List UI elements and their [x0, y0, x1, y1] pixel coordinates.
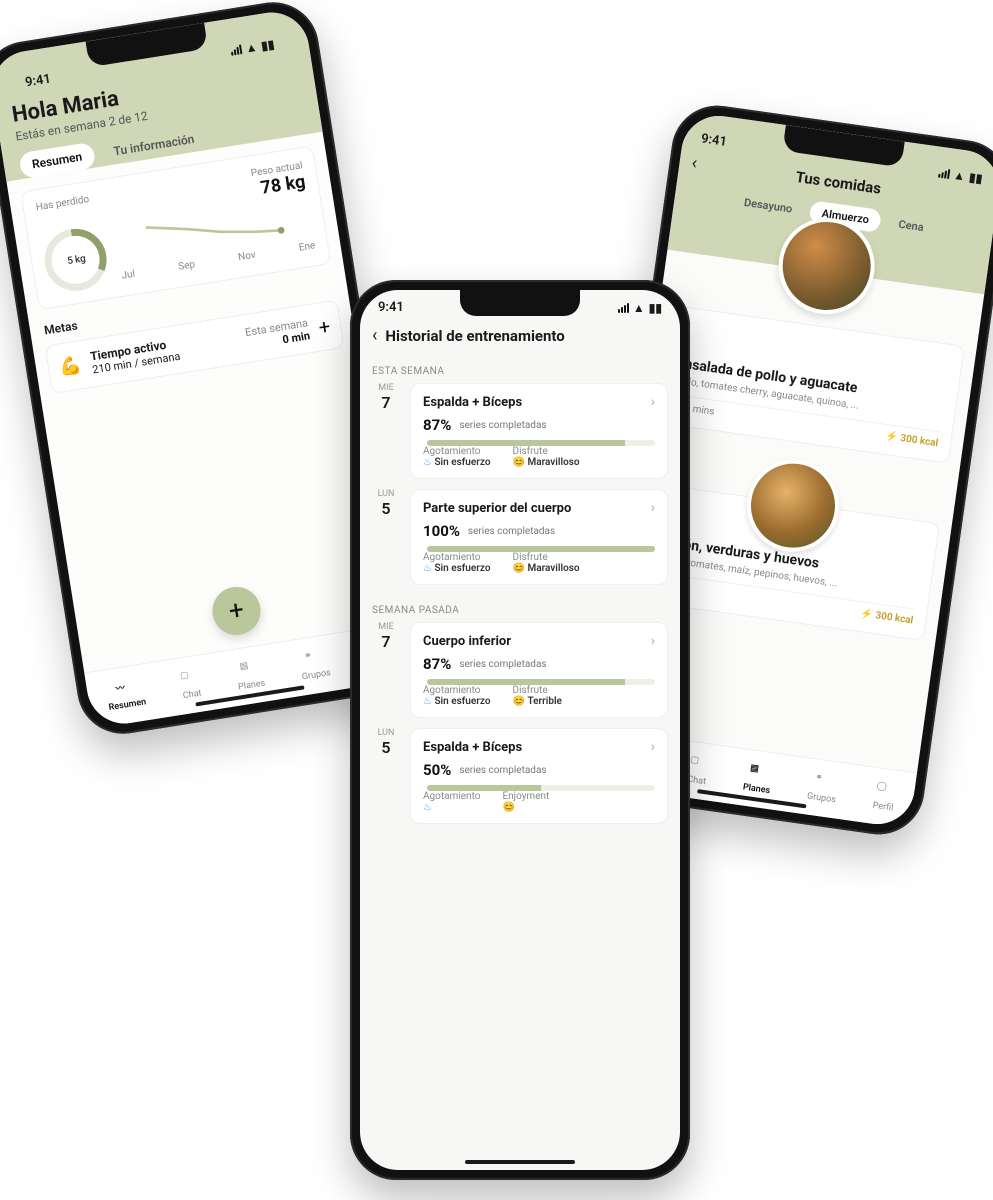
face-icon: 😊	[513, 696, 525, 707]
series-label: series completadas	[459, 420, 546, 431]
nav-chat[interactable]: ▢Chat	[687, 755, 710, 787]
chevron-right-icon: ›	[651, 500, 655, 516]
nav-planes[interactable]: ▤Planes	[742, 763, 773, 797]
workout-name: Espalda + Bíceps	[423, 740, 522, 755]
workout-date: LUN5	[372, 728, 400, 834]
bolt-icon: ⚡	[885, 431, 899, 444]
meal-image	[741, 454, 845, 558]
wifi-icon: ▲	[633, 301, 645, 315]
notch	[460, 290, 580, 316]
face-icon: 😊	[513, 563, 525, 574]
tab-tu-informacion[interactable]: Tu información	[100, 124, 208, 166]
flame-icon: ♨	[423, 457, 432, 468]
back-button[interactable]: ‹	[372, 325, 377, 346]
meal-kcal: 300 kcal	[900, 433, 939, 449]
nav-grupos[interactable]: ⚭Grupos	[298, 648, 331, 682]
battery-icon: ▮▮	[649, 301, 662, 315]
nav-resumen[interactable]: 〰Resumen	[105, 678, 147, 714]
back-button[interactable]: ‹	[690, 152, 698, 174]
chat-icon: ▢	[179, 669, 200, 690]
workout-name: Espalda + Bíceps	[423, 395, 522, 410]
status-time: 9:41	[24, 72, 52, 91]
workout-date: MIE7	[372, 622, 400, 728]
workout-card[interactable]: Cuerpo inferior›87%series completadasAgo…	[410, 622, 668, 718]
face-icon: 😊	[502, 802, 514, 813]
tab-resumen[interactable]: Resumen	[18, 142, 96, 179]
series-label: series completadas	[468, 526, 555, 537]
wifi-icon: ▲	[953, 167, 967, 183]
flame-icon: ♨	[423, 696, 432, 707]
signal-icon	[618, 303, 629, 313]
add-goal-button[interactable]: +	[317, 313, 332, 338]
workout-pct: 100%	[423, 522, 460, 540]
nav-perfil[interactable]: ◯Perfil	[872, 781, 897, 814]
people-icon: ⚭	[304, 649, 325, 670]
flex-arm-icon: 💪	[58, 354, 83, 378]
series-label: series completadas	[459, 659, 546, 670]
workout-card[interactable]: Parte superior del cuerpo › 100% series com…	[410, 489, 668, 585]
fab-add[interactable]: +	[209, 584, 264, 639]
status-time: 9:41	[700, 131, 728, 149]
signal-icon	[230, 44, 242, 56]
workout-pct: 50%	[423, 761, 451, 779]
workout-name: Parte superior del cuerpo	[423, 501, 571, 516]
group-header: ESTA SEMANA	[372, 366, 668, 377]
chevron-right-icon: ›	[651, 633, 655, 649]
workout-card[interactable]: Espalda + Bíceps›50%series completadasAg…	[410, 728, 668, 824]
flame-icon: ♨	[423, 802, 432, 813]
document-icon: ▤	[239, 659, 260, 680]
meal-card[interactable]: Ensalada de pollo y aguacate Pollo, toma…	[655, 305, 965, 464]
current-weight: 78	[259, 175, 283, 199]
people-icon: ⚭	[813, 772, 833, 792]
workout-name: Cuerpo inferior	[423, 634, 511, 649]
wifi-icon: ▲	[244, 39, 258, 55]
workout-pct: 87%	[423, 416, 451, 434]
battery-icon: ▮▮	[260, 37, 275, 53]
chevron-right-icon: ›	[651, 739, 655, 755]
face-icon: 😊	[513, 457, 525, 468]
meal-kcal: 300 kcal	[875, 610, 914, 626]
lost-value: 5	[67, 255, 74, 267]
progress-ring: 5kg	[40, 224, 111, 295]
workout-date: MIE7	[372, 383, 400, 489]
tab-desayuno[interactable]: Desayuno	[731, 189, 806, 222]
workout-card[interactable]: Espalda + Bíceps›87%series completadasAg…	[410, 383, 668, 479]
activity-icon: 〰	[115, 679, 136, 700]
nav-chat[interactable]: ▢Chat	[179, 669, 202, 702]
chevron-right-icon: ›	[651, 394, 655, 410]
tab-cena[interactable]: Cena	[885, 211, 937, 241]
home-indicator	[465, 1160, 575, 1164]
battery-icon: ▮▮	[968, 170, 983, 186]
flame-icon: ♨	[423, 563, 432, 574]
series-label: series completadas	[459, 765, 546, 776]
person-icon: ◯	[875, 781, 895, 801]
document-icon: ▤	[749, 763, 769, 783]
chat-icon: ▢	[689, 755, 709, 775]
phone-historial: 9:41 ▲ ▮▮ ‹ Historial de entrenamiento E…	[350, 280, 690, 1180]
goal-week-value: 0 min	[282, 329, 311, 346]
signal-icon	[938, 167, 950, 178]
page-title: Historial de entrenamiento	[385, 327, 564, 345]
bolt-icon: ⚡	[860, 608, 874, 621]
workout-date: LUN5	[372, 489, 400, 595]
group-header: SEMANA PASADA	[372, 605, 668, 616]
status-time: 9:41	[378, 300, 404, 315]
nav-planes[interactable]: ▤Planes	[234, 659, 266, 693]
workout-pct: 87%	[423, 655, 451, 673]
nav-grupos[interactable]: ⚭Grupos	[806, 772, 839, 806]
